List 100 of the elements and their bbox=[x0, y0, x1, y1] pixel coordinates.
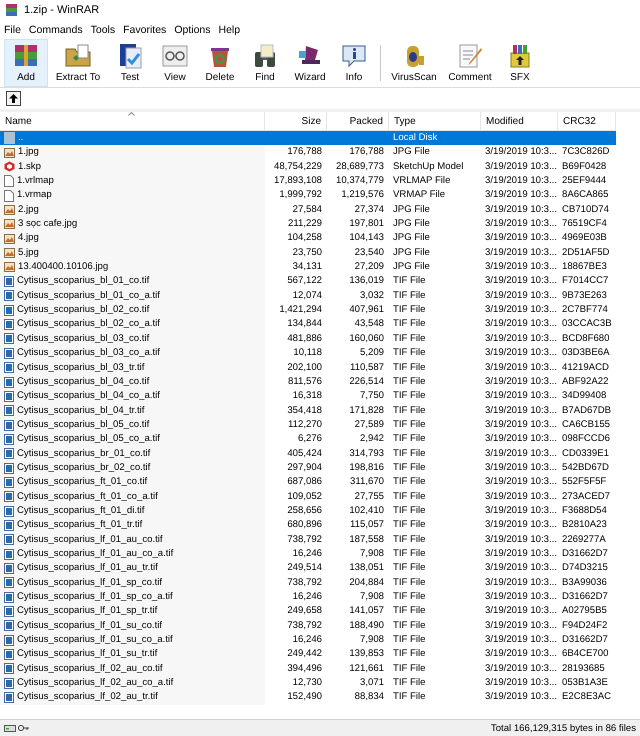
file-row-name[interactable]: Cytisus_scoparius_ft_01_co_a.tif bbox=[0, 490, 265, 504]
image-file-icon bbox=[4, 362, 14, 374]
menu-item[interactable]: Tools bbox=[86, 24, 120, 36]
menu-item[interactable]: Options bbox=[170, 24, 214, 36]
image-file-icon bbox=[4, 649, 14, 660]
file-row-name[interactable]: Cytisus_scoparius_bl_01_co.tif bbox=[0, 274, 265, 289]
key-icon bbox=[18, 723, 30, 733]
image-file-icon bbox=[4, 405, 14, 416]
file-row-name[interactable]: Cytisus_scoparius_br_02_co.tif bbox=[0, 460, 265, 476]
file-row-name[interactable]: Cytisus_scoparius_ft_01_co.tif bbox=[0, 475, 265, 490]
file-row-name[interactable]: Cytisus_scoparius_lf_01_su_tr.tif bbox=[0, 647, 265, 662]
file-row-name[interactable]: Cytisus_scoparius_lf_01_sp_co.tif bbox=[0, 576, 265, 590]
drive-icon bbox=[4, 723, 16, 733]
menu-item[interactable]: Commands bbox=[24, 24, 87, 36]
toolbar-button[interactable]: Find bbox=[243, 39, 287, 87]
image-file-icon bbox=[4, 420, 14, 431]
file-row-name[interactable]: Cytisus_scoparius_ft_01_di.tif bbox=[0, 504, 265, 518]
file-icon bbox=[4, 175, 14, 188]
file-row-name[interactable]: Cytisus_scoparius_lf_02_au_co_a.tif bbox=[0, 676, 265, 690]
toolbar-button[interactable]: Extract To bbox=[49, 39, 107, 87]
image-file-icon bbox=[4, 476, 14, 488]
image-file-icon bbox=[4, 304, 14, 316]
file-row-name[interactable]: Cytisus_scoparius_bl_05_co.tif bbox=[0, 418, 265, 432]
sort-caret-icon bbox=[128, 112, 135, 116]
file-row-name[interactable]: Cytisus_scoparius_bl_05_co_a.tif bbox=[0, 432, 265, 447]
file-row-name[interactable]: 1.vrlmap bbox=[0, 174, 265, 188]
image-file-icon bbox=[4, 376, 14, 388]
table-cell bbox=[558, 131, 616, 146]
file-row-name[interactable]: Cytisus_scoparius_bl_03_tr.tif bbox=[0, 360, 265, 375]
table-cell: Local Disk bbox=[389, 131, 481, 146]
file-row-name[interactable]: 5.jpg bbox=[0, 246, 265, 260]
file-row-name[interactable]: 2.jpg bbox=[0, 202, 265, 218]
image-file-icon bbox=[4, 348, 14, 359]
file-row-name[interactable]: Cytisus_scoparius_lf_01_au_tr.tif bbox=[0, 561, 265, 576]
file-icon bbox=[4, 190, 14, 202]
image-file-icon bbox=[4, 692, 14, 704]
file-row-name[interactable]: 1.vrmap bbox=[0, 188, 265, 203]
file-row-name[interactable]: 1.jpg bbox=[0, 145, 265, 160]
file-row-name[interactable]: Cytisus_scoparius_bl_04_tr.tif bbox=[0, 404, 265, 418]
file-row-name[interactable]: Cytisus_scoparius_bl_03_co_a.tif bbox=[0, 346, 265, 360]
image-file-icon bbox=[4, 448, 14, 460]
image-file-icon bbox=[4, 319, 14, 330]
file-row-name[interactable]: Cytisus_scoparius_bl_01_co_a.tif bbox=[0, 288, 265, 304]
file-row-name[interactable]: 1.skp bbox=[0, 160, 265, 174]
file-row-name[interactable]: Cytisus_scoparius_lf_01_su_co.tif bbox=[0, 618, 265, 634]
image-file-icon bbox=[4, 248, 15, 258]
menu-item[interactable]: File bbox=[0, 24, 25, 36]
image-file-icon bbox=[4, 219, 15, 230]
file-row-name[interactable]: Cytisus_scoparius_lf_02_au_tr.tif bbox=[0, 690, 265, 705]
toolbar-button[interactable]: Info bbox=[333, 39, 375, 87]
app-icon bbox=[5, 3, 18, 17]
image-file-icon bbox=[4, 562, 14, 574]
image-file-icon bbox=[4, 577, 14, 588]
toolbar-button[interactable]: SFX bbox=[498, 39, 542, 87]
toolbar-button[interactable]: Add bbox=[4, 39, 48, 87]
file-row-name[interactable]: 13.400400.10106.jpg bbox=[0, 260, 265, 274]
file-row-name[interactable]: Cytisus_scoparius_bl_02_co.tif bbox=[0, 303, 265, 318]
file-row-name[interactable]: Cytisus_scoparius_bl_03_co.tif bbox=[0, 332, 265, 346]
image-file-icon bbox=[4, 520, 14, 531]
window-title: 1.zip - WinRAR bbox=[24, 4, 100, 16]
image-file-icon bbox=[4, 663, 14, 674]
status-text: Total 166,129,315 bytes in 86 files bbox=[490, 722, 636, 734]
image-file-icon bbox=[4, 148, 15, 158]
toolbar-button[interactable]: Comment bbox=[443, 39, 497, 87]
image-file-icon bbox=[4, 262, 15, 272]
menu-item[interactable]: Help bbox=[214, 24, 244, 36]
folder-up-icon bbox=[4, 132, 15, 144]
file-row-name[interactable]: Cytisus_scoparius_lf_01_au_co.tif bbox=[0, 532, 265, 547]
file-row-name[interactable]: Cytisus_scoparius_bl_02_co_a.tif bbox=[0, 317, 265, 332]
image-file-icon bbox=[4, 333, 14, 344]
image-file-icon bbox=[4, 462, 14, 474]
toolbar-button[interactable]: Wizard bbox=[288, 39, 332, 87]
image-file-icon bbox=[4, 534, 14, 546]
toolbar-button[interactable]: Delete bbox=[198, 39, 242, 87]
file-row-name[interactable]: Cytisus_scoparius_lf_02_au_co.tif bbox=[0, 662, 265, 676]
file-row-name[interactable]: Cytisus_scoparius_br_01_co.tif bbox=[0, 446, 265, 461]
toolbar-button[interactable]: VirusScan bbox=[386, 39, 442, 87]
file-row-name[interactable]: Cytisus_scoparius_bl_04_co_a.tif bbox=[0, 389, 265, 404]
file-row-name[interactable]: Cytisus_scoparius_lf_01_sp_co_a.tif bbox=[0, 590, 265, 604]
file-row-name[interactable]: Cytisus_scoparius_ft_01_tr.tif bbox=[0, 518, 265, 533]
image-file-icon bbox=[4, 434, 14, 445]
file-row-name[interactable]: 4.jpg bbox=[0, 231, 265, 246]
file-row-name[interactable]: Cytisus_scoparius_lf_01_sp_tr.tif bbox=[0, 604, 265, 619]
image-file-icon bbox=[4, 290, 14, 302]
image-file-icon bbox=[4, 678, 14, 689]
image-file-icon bbox=[4, 620, 14, 632]
file-row-name[interactable]: 3 sọc cafe.jpg bbox=[0, 217, 265, 232]
file-row-name[interactable]: Cytisus_scoparius_lf_01_su_co_a.tif bbox=[0, 633, 265, 648]
toolbar-button[interactable]: Test bbox=[108, 39, 152, 87]
image-file-icon bbox=[4, 634, 14, 646]
file-row-name[interactable]: Cytisus_scoparius_lf_01_au_co_a.tif bbox=[0, 546, 265, 562]
image-file-icon bbox=[4, 276, 14, 288]
toolbar-button[interactable]: View bbox=[153, 39, 197, 87]
image-file-icon bbox=[4, 606, 14, 618]
file-row-name[interactable]: .. bbox=[0, 131, 265, 146]
file-row-name[interactable]: Cytisus_scoparius_bl_04_co.tif bbox=[0, 374, 265, 390]
image-file-icon bbox=[4, 491, 14, 502]
up-folder-button[interactable] bbox=[6, 91, 21, 106]
menu-item[interactable]: Favorites bbox=[119, 24, 170, 36]
image-file-icon bbox=[4, 234, 15, 244]
